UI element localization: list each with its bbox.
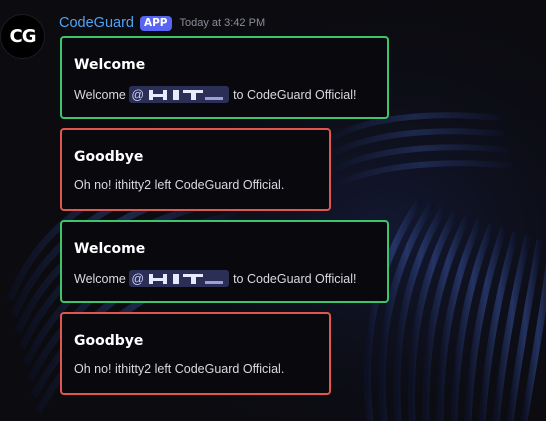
- welcome-embed: Welcome Welcome @ to CodeGuard Official!: [60, 220, 389, 303]
- embed-description: Oh no! ithitty2 left CodeGuard Official.: [74, 178, 285, 192]
- user-mention[interactable]: @: [129, 270, 230, 287]
- goodbye-embed: Goodbye Oh no! ithitty2 left CodeGuard O…: [60, 128, 331, 211]
- embed-description: Welcome @ to CodeGuard Official!: [74, 86, 357, 103]
- welcome-suffix: to CodeGuard Official!: [233, 271, 357, 286]
- welcome-prefix: Welcome: [74, 271, 126, 286]
- message-header: CodeGuard APP Today at 3:42 PM: [59, 13, 265, 33]
- embed-title: Welcome: [74, 241, 146, 257]
- app-badge: APP: [139, 15, 172, 31]
- embed-title: Goodbye: [74, 149, 144, 165]
- welcome-prefix: Welcome: [74, 87, 126, 102]
- user-mention[interactable]: @: [129, 86, 230, 103]
- embed-title: Welcome: [74, 57, 146, 73]
- mention-username-graphic: [145, 87, 228, 102]
- mention-at: @: [131, 87, 145, 102]
- embed-title: Goodbye: [74, 333, 144, 349]
- goodbye-embed: Goodbye Oh no! ithitty2 left CodeGuard O…: [60, 312, 331, 395]
- avatar-logo-text: CG: [9, 26, 37, 47]
- mention-username-graphic: [145, 271, 228, 286]
- welcome-suffix: to CodeGuard Official!: [233, 87, 357, 102]
- embed-description: Welcome @ to CodeGuard Official!: [74, 270, 357, 287]
- embed-description: Oh no! ithitty2 left CodeGuard Official.: [74, 362, 285, 376]
- welcome-embed: Welcome Welcome @ to CodeGuard Official!: [60, 36, 389, 119]
- mention-at: @: [131, 271, 145, 286]
- bot-username[interactable]: CodeGuard: [59, 15, 134, 31]
- message-timestamp[interactable]: Today at 3:42 PM: [180, 17, 266, 29]
- bot-avatar[interactable]: CG: [0, 14, 45, 59]
